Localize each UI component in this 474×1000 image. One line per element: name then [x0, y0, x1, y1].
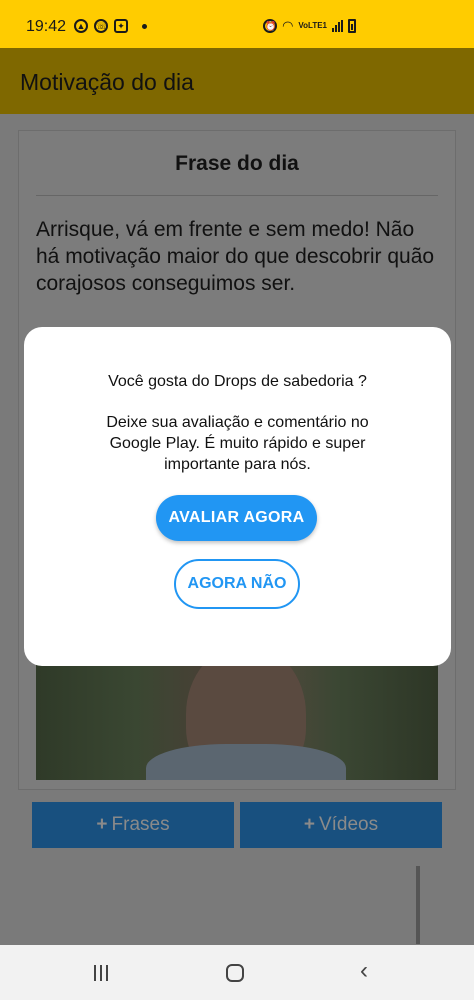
card-title: Frase do dia	[175, 152, 299, 175]
recents-icon[interactable]	[94, 965, 108, 981]
volte-icon: VoLTE1	[298, 21, 327, 30]
game-icon: ✦	[114, 19, 128, 33]
navigation-app-icon: ▲	[74, 19, 88, 33]
alarm-icon: ⏰	[263, 19, 278, 33]
dialog-question: Você gosta do Drops de sabedoria ?	[108, 373, 367, 390]
videos-button[interactable]: + Vídeos	[240, 802, 442, 848]
frases-label: Frases	[111, 814, 170, 835]
rate-now-button[interactable]: AVALIAR AGORA	[156, 495, 317, 541]
system-nav-bar: ‹	[0, 945, 474, 1000]
signal-icon	[332, 20, 343, 32]
notification-dot	[142, 23, 147, 29]
whatsapp-icon: ☏	[94, 19, 108, 33]
motivation-photo	[36, 664, 438, 780]
app-title: Motivação do dia	[20, 69, 194, 95]
quote-text: Arrisque, vá em frente e sem medo! Não h…	[36, 218, 435, 295]
wifi-icon: ◠	[282, 18, 294, 33]
card-divider	[36, 195, 438, 196]
dialog-message: Deixe sua avaliação e comentário no Goog…	[106, 414, 369, 473]
status-right-icons: ⏰ ◠ VoLTE1	[263, 18, 356, 34]
plus-icon: +	[303, 814, 315, 835]
photo-shirt	[146, 744, 346, 780]
scrollbar[interactable]	[416, 866, 420, 944]
home-icon[interactable]	[226, 964, 244, 982]
action-buttons-row: + Frases + Vídeos	[32, 802, 442, 848]
videos-label: Vídeos	[318, 814, 379, 835]
back-icon[interactable]: ‹	[360, 959, 368, 983]
status-bar: 19:42 ▲ ☏ ✦ ⏰ ◠ VoLTE1	[0, 0, 474, 48]
status-time: 19:42	[26, 18, 67, 35]
status-left-icons: ▲ ☏ ✦	[74, 19, 147, 33]
not-now-button[interactable]: AGORA NÃO	[174, 559, 300, 609]
frases-button[interactable]: + Frases	[32, 802, 234, 848]
plus-icon: +	[96, 814, 108, 835]
battery-icon	[348, 19, 356, 33]
